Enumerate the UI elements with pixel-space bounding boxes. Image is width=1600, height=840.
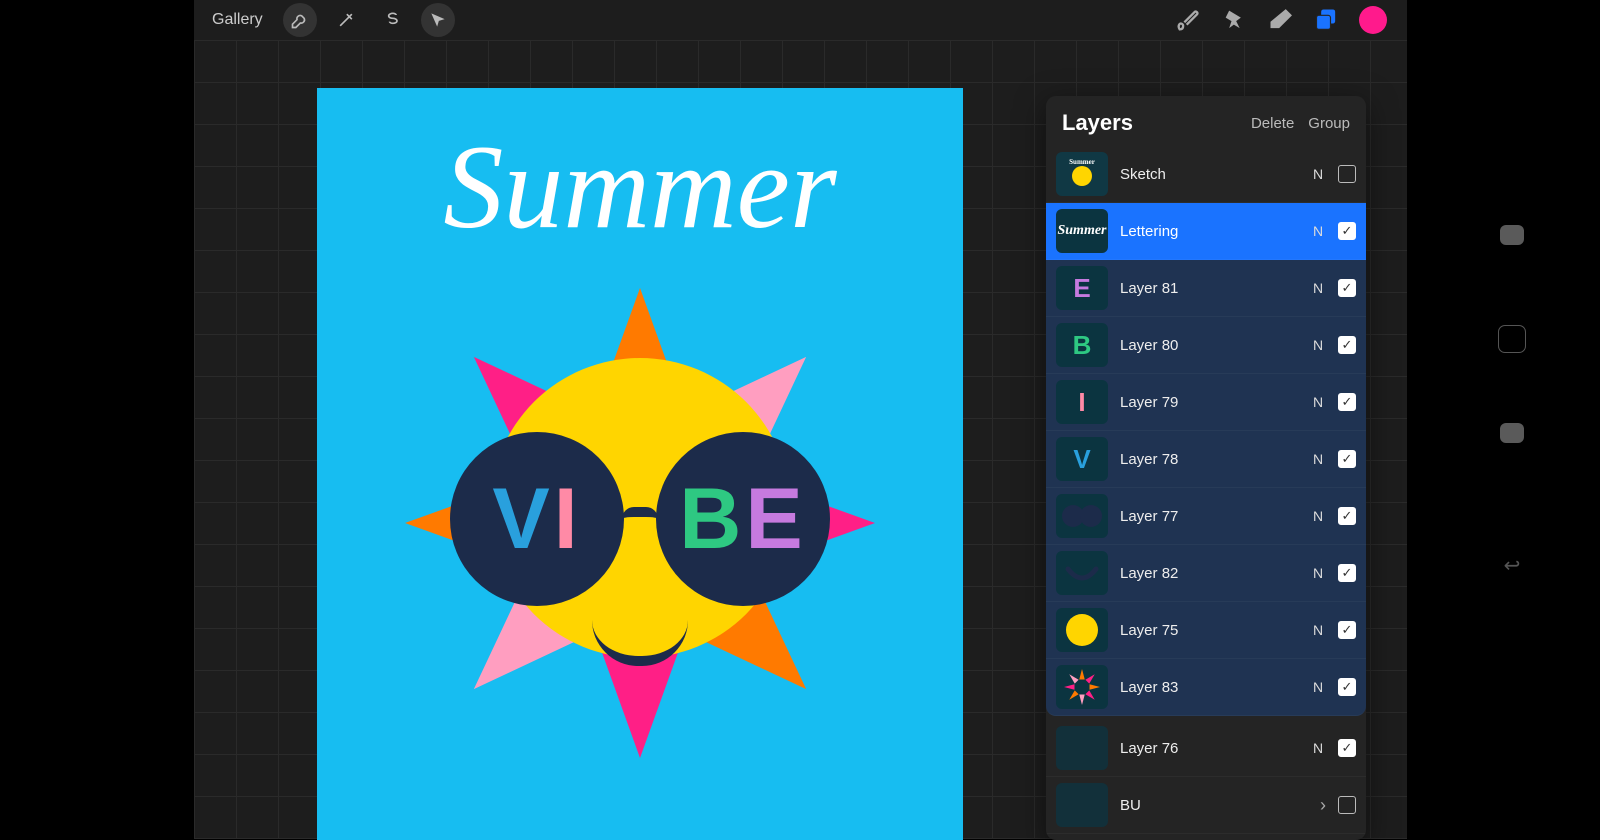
layers-list[interactable]: Summer Sketch N Summer Lettering N ✓ E Layer 81 N…: [1046, 146, 1366, 840]
svg-text:Summer: Summer: [1069, 158, 1095, 166]
adjustments-wand-icon[interactable]: [329, 3, 363, 37]
color-swatch[interactable]: [1359, 6, 1387, 34]
layer-thumbnail: [1056, 608, 1108, 652]
layer-name-label: BU: [1120, 797, 1308, 814]
layer-thumbnail: I: [1056, 380, 1108, 424]
layers-icon[interactable]: [1313, 6, 1341, 34]
layer-row[interactable]: Layer 75 N ✓: [1046, 602, 1366, 659]
layer-thumbnail: [1056, 494, 1108, 538]
brush-icon[interactable]: [1175, 6, 1203, 34]
layer-row[interactable]: BU ›: [1046, 777, 1366, 834]
layer-thumbnail: [1056, 665, 1108, 709]
canvas-area[interactable]: Summer VI BE Layers De: [194, 40, 1407, 839]
visibility-checkbox[interactable]: [1338, 165, 1356, 183]
layer-row[interactable]: E Layer 81 N ✓: [1046, 260, 1366, 317]
visibility-checkbox[interactable]: ✓: [1338, 507, 1356, 525]
layer-thumbnail: [1056, 783, 1108, 827]
layer-thumbnail: [1056, 726, 1108, 770]
layer-name-label: Layer 81: [1120, 280, 1298, 297]
blend-mode-indicator[interactable]: N: [1310, 451, 1326, 467]
layer-name-label: Layer 82: [1120, 565, 1298, 582]
layer-name-label: Layer 76: [1120, 740, 1298, 757]
lens-right: BE: [656, 432, 830, 606]
layers-panel: Layers Delete Group Summer Sketch N Summer L…: [1046, 96, 1366, 840]
layer-row[interactable]: Layer 77 N ✓: [1046, 488, 1366, 545]
blend-mode-indicator[interactable]: N: [1310, 508, 1326, 524]
visibility-checkbox[interactable]: ✓: [1338, 336, 1356, 354]
layer-row[interactable]: I Layer 79 N ✓: [1046, 374, 1366, 431]
layer-name-label: Layer 80: [1120, 337, 1298, 354]
selection-s-icon[interactable]: [375, 3, 409, 37]
blend-mode-indicator[interactable]: N: [1310, 223, 1326, 239]
visibility-checkbox[interactable]: ✓: [1338, 279, 1356, 297]
visibility-checkbox[interactable]: ✓: [1338, 739, 1356, 757]
layer-row[interactable]: Summer Sketch N: [1046, 146, 1366, 203]
letter-i: I: [554, 470, 582, 569]
layer-name-label: Layer 78: [1120, 451, 1298, 468]
layers-delete-button[interactable]: Delete: [1251, 115, 1294, 132]
layer-row[interactable]: V Layer 78 N ✓: [1046, 431, 1366, 488]
app-window: Gallery: [194, 0, 1407, 839]
artwork-canvas: Summer VI BE: [317, 88, 963, 840]
blend-mode-indicator[interactable]: N: [1310, 280, 1326, 296]
brush-size-slider[interactable]: [1500, 235, 1524, 245]
visibility-checkbox[interactable]: ✓: [1338, 222, 1356, 240]
chevron-right-icon[interactable]: ›: [1320, 795, 1326, 816]
summer-lettering: Summer: [317, 118, 963, 256]
glasses-bridge: [622, 507, 658, 523]
blend-mode-indicator[interactable]: N: [1310, 622, 1326, 638]
layer-thumbnail: [1056, 551, 1108, 595]
visibility-checkbox[interactable]: ✓: [1338, 393, 1356, 411]
layer-name-label: Layer 77: [1120, 508, 1298, 525]
smudge-icon[interactable]: [1221, 6, 1249, 34]
layer-thumbnail: E: [1056, 266, 1108, 310]
transform-arrow-icon[interactable]: [421, 3, 455, 37]
undo-icon[interactable]: ↩: [1504, 553, 1521, 578]
layer-thumbnail: Summer: [1056, 209, 1108, 253]
visibility-checkbox[interactable]: ✓: [1338, 621, 1356, 639]
gallery-button[interactable]: Gallery: [204, 5, 271, 35]
sunglasses: VI BE: [450, 432, 830, 606]
letter-b: B: [679, 470, 745, 569]
layers-group-button[interactable]: Group: [1308, 115, 1350, 132]
modifier-button[interactable]: [1498, 325, 1526, 353]
sidebar-sliders: ↩: [1501, 235, 1523, 578]
layer-name-label: Layer 83: [1120, 679, 1298, 696]
brush-opacity-slider[interactable]: [1500, 433, 1524, 443]
layer-row[interactable]: Layer 76 N ✓: [1046, 720, 1366, 777]
layer-name-label: Lettering: [1120, 223, 1298, 240]
visibility-checkbox[interactable]: ✓: [1338, 678, 1356, 696]
top-toolbar: Gallery: [194, 0, 1407, 40]
letter-e: E: [745, 470, 806, 569]
layer-row[interactable]: Layer 83 N ✓: [1046, 659, 1366, 716]
eraser-icon[interactable]: [1267, 6, 1295, 34]
blend-mode-indicator[interactable]: N: [1310, 565, 1326, 581]
letter-v: V: [492, 470, 553, 569]
visibility-checkbox[interactable]: ✓: [1338, 564, 1356, 582]
layers-title: Layers: [1062, 110, 1237, 136]
layers-header: Layers Delete Group: [1046, 96, 1366, 146]
layer-thumbnail: Summer: [1056, 152, 1108, 196]
layer-thumbnail: B: [1056, 323, 1108, 367]
layer-row[interactable]: B Layer 80 N ✓: [1046, 317, 1366, 374]
layer-thumbnail: V: [1056, 437, 1108, 481]
layer-name-label: Layer 75: [1120, 622, 1298, 639]
lens-left: VI: [450, 432, 624, 606]
blend-mode-indicator[interactable]: N: [1310, 679, 1326, 695]
layer-row[interactable]: Layer 82 N ✓: [1046, 545, 1366, 602]
blend-mode-indicator[interactable]: N: [1310, 740, 1326, 756]
blend-mode-indicator[interactable]: N: [1310, 166, 1326, 182]
layer-name-label: Layer 79: [1120, 394, 1298, 411]
blend-mode-indicator[interactable]: N: [1310, 337, 1326, 353]
visibility-checkbox[interactable]: ✓: [1338, 450, 1356, 468]
blend-mode-indicator[interactable]: N: [1310, 394, 1326, 410]
actions-wrench-icon[interactable]: [283, 3, 317, 37]
visibility-checkbox[interactable]: [1338, 796, 1356, 814]
layer-name-label: Sketch: [1120, 166, 1298, 183]
layer-row[interactable]: Summer Lettering N ✓: [1046, 203, 1366, 260]
